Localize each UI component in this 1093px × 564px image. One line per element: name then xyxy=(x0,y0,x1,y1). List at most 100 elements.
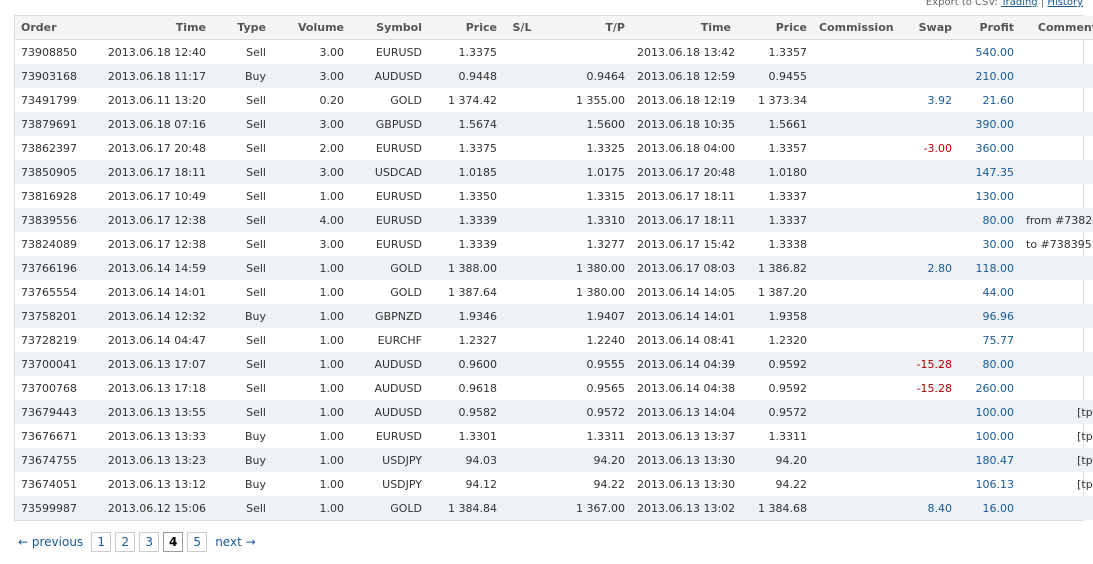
cell-tp: 1 367.00 xyxy=(541,496,631,520)
cell-sl xyxy=(503,424,541,448)
cell-sl xyxy=(503,184,541,208)
cell-tp: 0.9464 xyxy=(541,64,631,88)
cell-type: Sell xyxy=(212,496,272,520)
cell-open-price: 1 384.84 xyxy=(428,496,503,520)
cell-type: Sell xyxy=(246,333,266,347)
cell-order: 73758201 xyxy=(15,304,97,328)
cell-comment xyxy=(1020,64,1093,88)
table-row: 73674755 2013.06.13 13:23 Buy 1.00 USDJPY 94.… xyxy=(15,448,1093,472)
cell-close-time: 2013.06.14 04:38 xyxy=(637,381,736,395)
cell-close-time: 2013.06.17 15:42 xyxy=(637,237,736,251)
cell-close-time: 2013.06.13 13:37 xyxy=(637,429,736,443)
export-bar: Export to CSV: Trading | History xyxy=(926,0,1083,8)
cell-volume: 1.00 xyxy=(272,352,350,376)
cell-comment xyxy=(1020,112,1093,136)
cell-order: 73862397 xyxy=(21,141,77,155)
cell-symbol: USDJPY xyxy=(350,448,428,472)
cell-commission xyxy=(813,328,899,352)
cell-tp: 1 380.00 xyxy=(541,256,631,280)
cell-close-time: 2013.06.13 14:04 xyxy=(631,400,737,424)
cell-volume: 3.00 xyxy=(272,160,350,184)
cell-order: 73879691 xyxy=(15,112,97,136)
cell-profit: 118.00 xyxy=(958,256,1020,280)
cell-close-price: 1.5661 xyxy=(737,112,813,136)
cell-close-time: 2013.06.18 12:59 xyxy=(631,64,737,88)
previous-page-link[interactable]: ← previous xyxy=(14,535,87,549)
cell-close-time: 2013.06.17 18:11 xyxy=(631,208,737,232)
cell-commission xyxy=(813,136,899,160)
cell-volume: 1.00 xyxy=(272,496,350,520)
cell-open-price: 1.3350 xyxy=(458,189,498,203)
cell-open-time: 2013.06.12 15:06 xyxy=(97,496,212,520)
cell-type: Sell xyxy=(212,208,272,232)
cell-tp: 0.9572 xyxy=(541,400,631,424)
cell-profit: 106.13 xyxy=(975,477,1015,491)
cell-commission xyxy=(813,88,899,112)
cell-order: 73674051 xyxy=(21,477,77,491)
cell-type: Sell xyxy=(212,256,272,280)
cell-volume: 2.00 xyxy=(319,141,345,155)
cell-open-time: 2013.06.18 12:40 xyxy=(107,45,206,59)
table-row: 73676671 2013.06.13 13:33 Buy 1.00 EURUSD 1.3… xyxy=(15,424,1093,448)
cell-commission xyxy=(813,208,899,232)
table-row: 73879691 2013.06.18 07:16 Sell 3.00 GBPUSD 1.… xyxy=(15,112,1093,136)
cell-open-price: 1 387.64 xyxy=(448,285,497,299)
page-link-5[interactable]: 5 xyxy=(187,532,208,552)
cell-open-time: 2013.06.13 13:33 xyxy=(107,429,206,443)
cell-symbol: EURCHF xyxy=(377,333,422,347)
cell-volume: 1.00 xyxy=(319,333,345,347)
cell-comment: [tp] xyxy=(1077,477,1093,491)
table-row: 73679443 2013.06.13 13:55 Sell 1.00 AUDUSD 0.… xyxy=(15,400,1093,424)
cell-tp: 1 380.00 xyxy=(576,285,625,299)
cell-commission xyxy=(813,400,899,424)
cell-open-price: 0.9448 xyxy=(428,64,503,88)
cell-order: 73674755 xyxy=(15,448,97,472)
cell-open-time: 2013.06.13 17:07 xyxy=(97,352,212,376)
cell-close-time: 2013.06.18 13:42 xyxy=(637,45,736,59)
cell-tp: 1.2240 xyxy=(586,333,626,347)
cell-profit: 100.00 xyxy=(975,429,1015,443)
cell-swap: 2.80 xyxy=(899,256,958,280)
page-link-4[interactable]: 4 xyxy=(163,532,184,552)
cell-tp xyxy=(541,40,631,65)
next-page-link[interactable]: next → xyxy=(211,535,259,549)
cell-swap xyxy=(899,160,958,184)
cell-symbol: GOLD xyxy=(390,93,422,107)
column-header-commission: Commission xyxy=(813,16,899,40)
cell-order: 73700041 xyxy=(15,352,97,376)
cell-sl xyxy=(503,232,541,256)
cell-tp: 1.3315 xyxy=(586,189,626,203)
cell-sl xyxy=(503,400,541,424)
cell-volume: 3.00 xyxy=(272,64,350,88)
cell-swap xyxy=(899,208,958,232)
cell-sl xyxy=(503,304,541,328)
cell-type: Buy xyxy=(244,429,266,443)
cell-open-price: 0.9618 xyxy=(458,381,498,395)
page-link-3[interactable]: 3 xyxy=(139,532,160,552)
cell-volume: 0.20 xyxy=(319,93,345,107)
cell-close-time: 2013.06.14 08:41 xyxy=(637,333,736,347)
cell-open-time: 2013.06.17 20:48 xyxy=(107,141,206,155)
cell-symbol: USDCAD xyxy=(350,160,428,184)
cell-volume: 1.00 xyxy=(272,304,350,328)
cell-swap xyxy=(899,448,958,472)
cell-tp: 1.3311 xyxy=(586,429,626,443)
page-link-1[interactable]: 1 xyxy=(91,532,112,552)
cell-sl xyxy=(503,160,541,184)
export-trading-link[interactable]: Trading xyxy=(1001,0,1038,8)
cell-type: Buy xyxy=(212,304,272,328)
cell-profit: 80.00 xyxy=(958,352,1020,376)
cell-commission xyxy=(813,160,899,184)
cell-close-time: 2013.06.17 20:48 xyxy=(631,160,737,184)
cell-order: 73850905 xyxy=(15,160,97,184)
cell-symbol: EURUSD xyxy=(375,141,422,155)
page-link-2[interactable]: 2 xyxy=(115,532,136,552)
cell-tp: 0.9555 xyxy=(541,352,631,376)
table-row: 73728219 2013.06.14 04:47 Sell 1.00 EURCHF 1.… xyxy=(15,328,1093,352)
cell-sl xyxy=(503,64,541,88)
column-header-swap: Swap xyxy=(899,16,958,40)
cell-profit: 210.00 xyxy=(958,64,1020,88)
cell-close-price: 1 384.68 xyxy=(737,496,813,520)
cell-tp: 1.3277 xyxy=(586,237,626,251)
export-history-link[interactable]: History xyxy=(1047,0,1083,8)
